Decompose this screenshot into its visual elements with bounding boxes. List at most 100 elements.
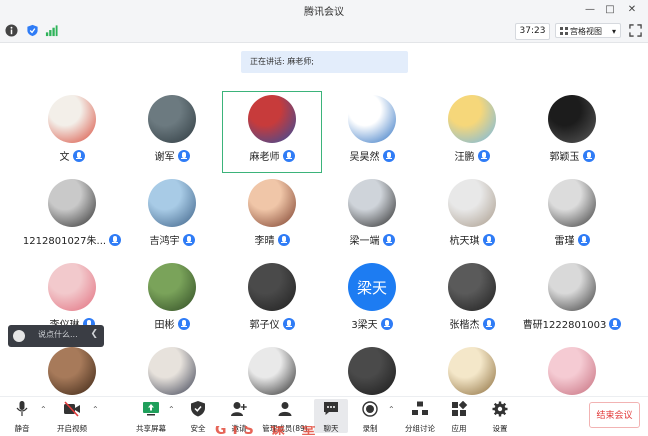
avatar — [148, 263, 196, 311]
security-label: 安全 — [190, 424, 206, 433]
chevron-up-icon[interactable]: ⌃ — [388, 405, 395, 414]
avatar — [548, 347, 596, 395]
chevron-up-icon[interactable]: ⌃ — [92, 405, 99, 414]
view-mode-label: 宫格视图 — [570, 27, 602, 36]
fullscreen-icon[interactable] — [629, 24, 642, 37]
breakout-rooms-icon — [412, 401, 428, 415]
participant-name-text: 梁一端 — [349, 236, 380, 247]
avatar — [548, 179, 596, 227]
members-icon — [278, 402, 292, 416]
window-title: 腾讯会议 — [304, 7, 344, 18]
info-icon[interactable] — [5, 24, 18, 37]
avatar — [548, 263, 596, 311]
share-screen-label: 共享屏幕 — [136, 424, 166, 433]
participant-name-text: 田彬 — [154, 320, 175, 331]
participant-tile[interactable]: 曹研1222801003 — [522, 259, 622, 341]
security-button[interactable]: 安全 — [186, 399, 210, 433]
participant-name-text: 杭天琪 — [449, 236, 480, 247]
grid-icon — [560, 27, 568, 35]
microphone-icon — [16, 401, 28, 416]
camera-off-icon — [64, 401, 80, 417]
apps-icon — [452, 400, 468, 416]
microphone-icon — [477, 150, 490, 162]
video-label: 开启视频 — [57, 424, 87, 433]
avatar — [148, 347, 196, 395]
chevron-up-icon[interactable]: ⌃ — [168, 405, 175, 414]
meeting-toolbar: 37:23 宫格视图 ▾ — [0, 20, 648, 43]
avatar-text: 梁天 — [356, 279, 387, 297]
participant-name-text: 吴昊然 — [349, 152, 380, 163]
avatar — [448, 95, 496, 143]
maximize-icon[interactable]: □ — [603, 3, 617, 17]
view-mode-dropdown[interactable]: 宫格视图 ▾ — [555, 23, 621, 38]
avatar — [348, 347, 396, 395]
emoji-icon[interactable] — [13, 330, 25, 342]
participant-name-text: 吉鸿宇 — [149, 236, 180, 247]
avatar — [248, 347, 296, 395]
participant-tile[interactable]: 雷瑾 — [522, 175, 622, 257]
participant-name-text: 文 — [59, 152, 70, 163]
signal-icon[interactable] — [45, 24, 58, 37]
avatar — [248, 179, 296, 227]
avatar — [548, 95, 596, 143]
avatar — [448, 179, 496, 227]
microphone-icon — [277, 234, 290, 246]
participant-name-text: 雷瑾 — [554, 236, 575, 247]
title-bar: 腾讯会议 — □ ✕ — [0, 0, 648, 20]
microphone-icon — [72, 150, 85, 162]
avatar — [48, 95, 96, 143]
participant-name-text: 李晴 — [254, 236, 275, 247]
record-icon — [362, 401, 378, 417]
participant-name-text: 谢军 — [154, 152, 175, 163]
avatar — [48, 179, 96, 227]
participant-name-text: 汪鹏 — [454, 152, 475, 163]
chevron-left-icon[interactable]: ❮ — [90, 329, 98, 339]
gear-icon — [492, 401, 508, 417]
end-meeting-button[interactable]: 结束会议 — [589, 402, 640, 428]
chat-icon — [324, 402, 338, 415]
microphone-icon — [577, 234, 590, 246]
avatar — [348, 179, 396, 227]
active-speaker-frame — [222, 91, 322, 173]
mute-button[interactable]: 静音 — [6, 399, 38, 433]
avatar — [48, 347, 96, 395]
mute-label: 静音 — [14, 424, 30, 433]
participant-name-text: 郭颖玉 — [549, 152, 580, 163]
participant-name-text: 郭子仪 — [249, 320, 280, 331]
settings-button[interactable]: 设置 — [488, 399, 512, 433]
participant-name: 曹研1222801003 — [492, 316, 648, 331]
settings-label: 设置 — [492, 424, 508, 433]
avatar — [448, 263, 496, 311]
microphone-icon — [177, 318, 190, 330]
chat-placeholder: 说点什么... — [38, 330, 78, 339]
avatar — [148, 179, 196, 227]
microphone-icon — [582, 150, 595, 162]
screen-share-icon — [143, 402, 159, 416]
chat-quick-input[interactable]: 说点什么... ❮ — [8, 325, 104, 347]
participant-name-text: 3梁天 — [351, 320, 378, 331]
meeting-timer: 37:23 — [515, 23, 550, 40]
avatar: 梁天 — [348, 263, 396, 311]
close-icon[interactable]: ✕ — [625, 3, 639, 17]
avatar — [348, 95, 396, 143]
watermark-overlay-text: GIS 课 堂 — [215, 426, 322, 435]
participant-tile[interactable]: 郭颖玉 — [522, 91, 622, 173]
share-screen-button[interactable]: 共享屏幕 — [133, 399, 169, 433]
avatar — [448, 347, 496, 395]
speaking-banner: 正在讲话: 麻老师; — [241, 51, 408, 73]
shield-icon[interactable] — [26, 24, 39, 37]
microphone-icon — [609, 318, 622, 330]
chevron-down-icon: ▾ — [611, 27, 616, 36]
avatar — [248, 263, 296, 311]
participant-name-text: 曹研1222801003 — [522, 320, 607, 331]
avatar — [48, 263, 96, 311]
microphone-icon — [380, 318, 393, 330]
participant-name-text: 张楷杰 — [449, 320, 480, 331]
video-button[interactable]: 开启视频 — [52, 399, 92, 433]
participant-name: 郭颖玉 — [492, 148, 648, 163]
chevron-up-icon[interactable]: ⌃ — [40, 405, 47, 414]
participant-name: 雷瑾 — [492, 232, 648, 247]
minimize-icon[interactable]: — — [583, 3, 597, 17]
microphone-icon — [177, 150, 190, 162]
avatar — [148, 95, 196, 143]
